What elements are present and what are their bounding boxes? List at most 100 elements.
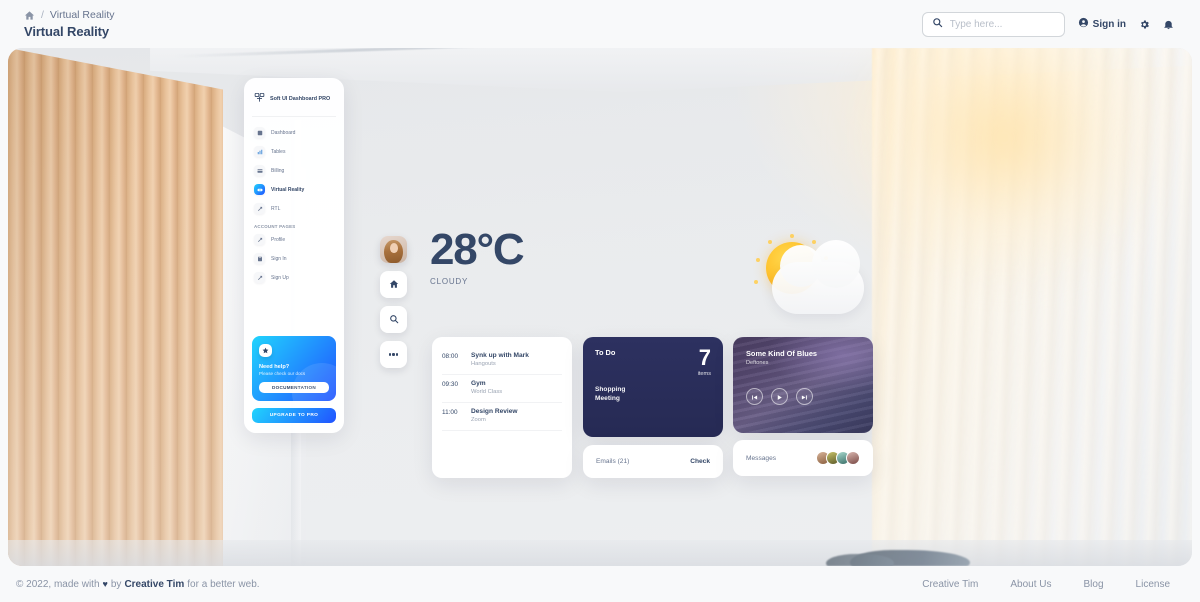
help-card-subtitle: Please check our docs [259, 371, 306, 376]
messages-card: Messages [733, 440, 873, 476]
music-artist: Deftones [746, 360, 769, 366]
breadcrumb-separator: / [41, 9, 44, 21]
sidebar-label: Dashboard [271, 129, 296, 136]
footer-links: Creative Tim About Us Blog License [922, 579, 1184, 590]
emails-check-button[interactable]: Check [690, 458, 710, 465]
schedule-title: Design Review [471, 408, 518, 415]
rail-home-button[interactable] [380, 271, 407, 298]
profile-icon [254, 234, 265, 245]
heart-icon: ♥ [102, 579, 108, 589]
avatar[interactable] [380, 236, 407, 263]
more-icon [388, 353, 399, 356]
avatar[interactable] [846, 451, 860, 465]
sun-ray [812, 240, 816, 244]
schedule-time: 09:30 [442, 380, 458, 388]
upgrade-to-pro-button[interactable]: UPGRADE TO PRO [252, 408, 336, 423]
footer-suffix: for a better web. [187, 578, 260, 590]
sidebar-label: Profile [271, 236, 286, 243]
vr-sidebar: Soft UI Dashboard PRO Dashboard Tables B… [244, 78, 344, 433]
sun-ray [790, 234, 794, 238]
music-track-title: Some Kind Of Blues [746, 349, 818, 358]
breadcrumb-current[interactable]: Virtual Reality [50, 9, 115, 21]
todo-expand-button[interactable] [595, 408, 711, 426]
dashboard-icon [254, 127, 265, 138]
sidebar-item-sign-in[interactable]: Sign In [252, 252, 336, 265]
sidebar-item-profile[interactable]: Profile [252, 233, 336, 246]
schedule-row[interactable]: 11:00 Design Review Zoom [442, 403, 562, 431]
schedule-subtitle: World Class [471, 389, 503, 395]
todo-count: 7 [698, 345, 711, 370]
sidebar-item-sign-up[interactable]: Sign Up [252, 271, 336, 284]
page-title: Virtual Reality [24, 24, 109, 39]
music-controls [746, 388, 860, 405]
sun-ray [754, 280, 758, 284]
schedule-subtitle: Hangouts [471, 361, 496, 367]
sidebar-account-nav: Profile Sign In Sign Up [252, 233, 336, 284]
footer-link-about-us[interactable]: About Us [1010, 579, 1051, 590]
vr-icon [254, 184, 265, 195]
sun-ray [756, 258, 760, 262]
sidebar-item-tables[interactable]: Tables [252, 145, 336, 158]
emails-card: Emails (21) Check [583, 445, 723, 478]
gear-icon[interactable] [1139, 19, 1150, 30]
sidebar-item-billing[interactable]: Billing [252, 164, 336, 177]
rtl-icon [254, 203, 265, 214]
sign-in-icon [254, 253, 265, 264]
bell-icon[interactable] [1163, 19, 1174, 30]
home-icon [389, 276, 399, 294]
sidebar-label: Sign Up [271, 274, 289, 281]
sidebar-label: Virtual Reality [271, 186, 305, 193]
schedule-row[interactable]: 08:00 Synk up with Mark Hangouts [442, 347, 562, 375]
footer-link-blog[interactable]: Blog [1084, 579, 1104, 590]
search-icon [932, 15, 943, 33]
todo-list: Shopping Meeting [595, 386, 711, 402]
sun-behind-cloud-icon [752, 234, 868, 318]
tables-icon [254, 146, 265, 157]
sidebar-label: Tables [271, 148, 286, 155]
schedule-subtitle: Zoom [471, 417, 486, 423]
sidebar-brand-label: Soft UI Dashboard PRO [270, 96, 331, 102]
home-icon[interactable] [24, 10, 35, 21]
list-item[interactable]: Shopping [595, 386, 711, 393]
documentation-button[interactable]: DOCUMENTATION [259, 382, 329, 393]
sidebar-brand[interactable]: Soft UI Dashboard PRO [252, 88, 336, 117]
list-item[interactable]: Meeting [595, 395, 711, 402]
music-next-button[interactable] [796, 388, 813, 405]
footer: © 2022, made with ♥ by Creative Tim for … [0, 566, 1200, 602]
help-card-title: Need help? [259, 364, 290, 370]
footer-link-license[interactable]: License [1136, 579, 1170, 590]
top-navbar: / Virtual Reality Virtual Reality Sign i… [0, 0, 1200, 48]
sidebar-nav: Dashboard Tables Billing Virtual Reality… [252, 126, 336, 215]
schedule-card: 08:00 Synk up with Mark Hangouts 09:30 G… [432, 337, 572, 478]
music-play-button[interactable] [771, 388, 788, 405]
help-card: Need help? Please check our docs DOCUMEN… [252, 336, 336, 401]
footer-brand-link[interactable]: Creative Tim [124, 579, 184, 590]
search-input[interactable] [949, 18, 1055, 30]
todo-title: To Do [595, 348, 616, 357]
previous-icon [751, 388, 758, 406]
rail-more-button[interactable] [380, 341, 407, 368]
schedule-row[interactable]: 09:30 Gym World Class [442, 375, 562, 403]
todo-card: To Do 7 items Shopping Meeting [583, 337, 723, 437]
schedule-expand-button[interactable] [442, 453, 562, 478]
sidebar-label: Billing [271, 167, 285, 174]
footer-copyright-prefix: © 2022, made with [16, 578, 100, 590]
vr-stage [8, 48, 1192, 566]
billing-icon [254, 165, 265, 176]
next-icon [801, 388, 808, 406]
messages-label: Messages [746, 454, 777, 462]
user-circle-icon [1078, 17, 1089, 31]
search-box[interactable] [921, 11, 1065, 37]
sidebar-item-dashboard[interactable]: Dashboard [252, 126, 336, 139]
sun-ray [768, 240, 772, 244]
emails-label: Emails (21) [596, 458, 630, 465]
schedule-time: 11:00 [442, 408, 458, 416]
weather-readout: 28°C CLOUDY [430, 228, 525, 287]
sign-in-button[interactable]: Sign in [1078, 17, 1126, 31]
footer-link-creative-tim[interactable]: Creative Tim [922, 579, 978, 590]
rail-search-button[interactable] [380, 306, 407, 333]
music-previous-button[interactable] [746, 388, 763, 405]
stage-overlay [8, 48, 1192, 566]
sidebar-item-rtl[interactable]: RTL [252, 202, 336, 215]
sidebar-item-virtual-reality[interactable]: Virtual Reality [252, 183, 336, 196]
